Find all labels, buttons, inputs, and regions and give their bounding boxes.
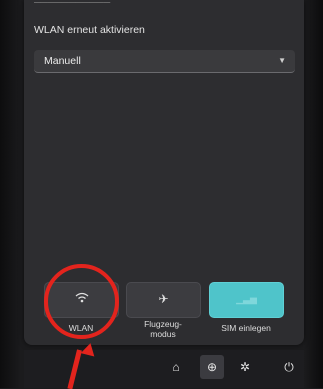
chevron-down-icon: ▼ <box>278 56 286 65</box>
wlan-reenable-label: WLAN erneut aktivieren <box>34 24 145 36</box>
network-icon[interactable]: ⊕ <box>200 355 224 379</box>
sim-tile-label: SIM einlegen <box>221 323 271 333</box>
airplane-icon: ✈ <box>158 292 169 306</box>
device-bezel-right <box>303 0 323 388</box>
airplane-mode-tile-label: Flugzeug- modus <box>144 319 182 339</box>
cellular-icon: ▁▃▅ <box>236 294 257 304</box>
battery-icon[interactable]: ⌂ <box>167 358 185 376</box>
device-bezel-left <box>0 0 20 388</box>
truncated-header: ▔▔▔▔▔▔▔▔▔▔▔ <box>34 2 111 10</box>
wlan-reenable-dropdown[interactable]: Manuell ▼ <box>34 50 295 73</box>
airplane-mode-tile[interactable]: ✈ <box>126 282 201 318</box>
accessibility-icon[interactable]: ✲ <box>236 358 254 376</box>
power-icon[interactable]: ⏻ <box>280 358 298 376</box>
sim-tile[interactable]: ▁▃▅ <box>209 282 284 318</box>
dropdown-selected-value: Manuell <box>44 55 81 67</box>
system-tray-bar <box>24 350 304 388</box>
annotation-circle <box>44 264 119 339</box>
